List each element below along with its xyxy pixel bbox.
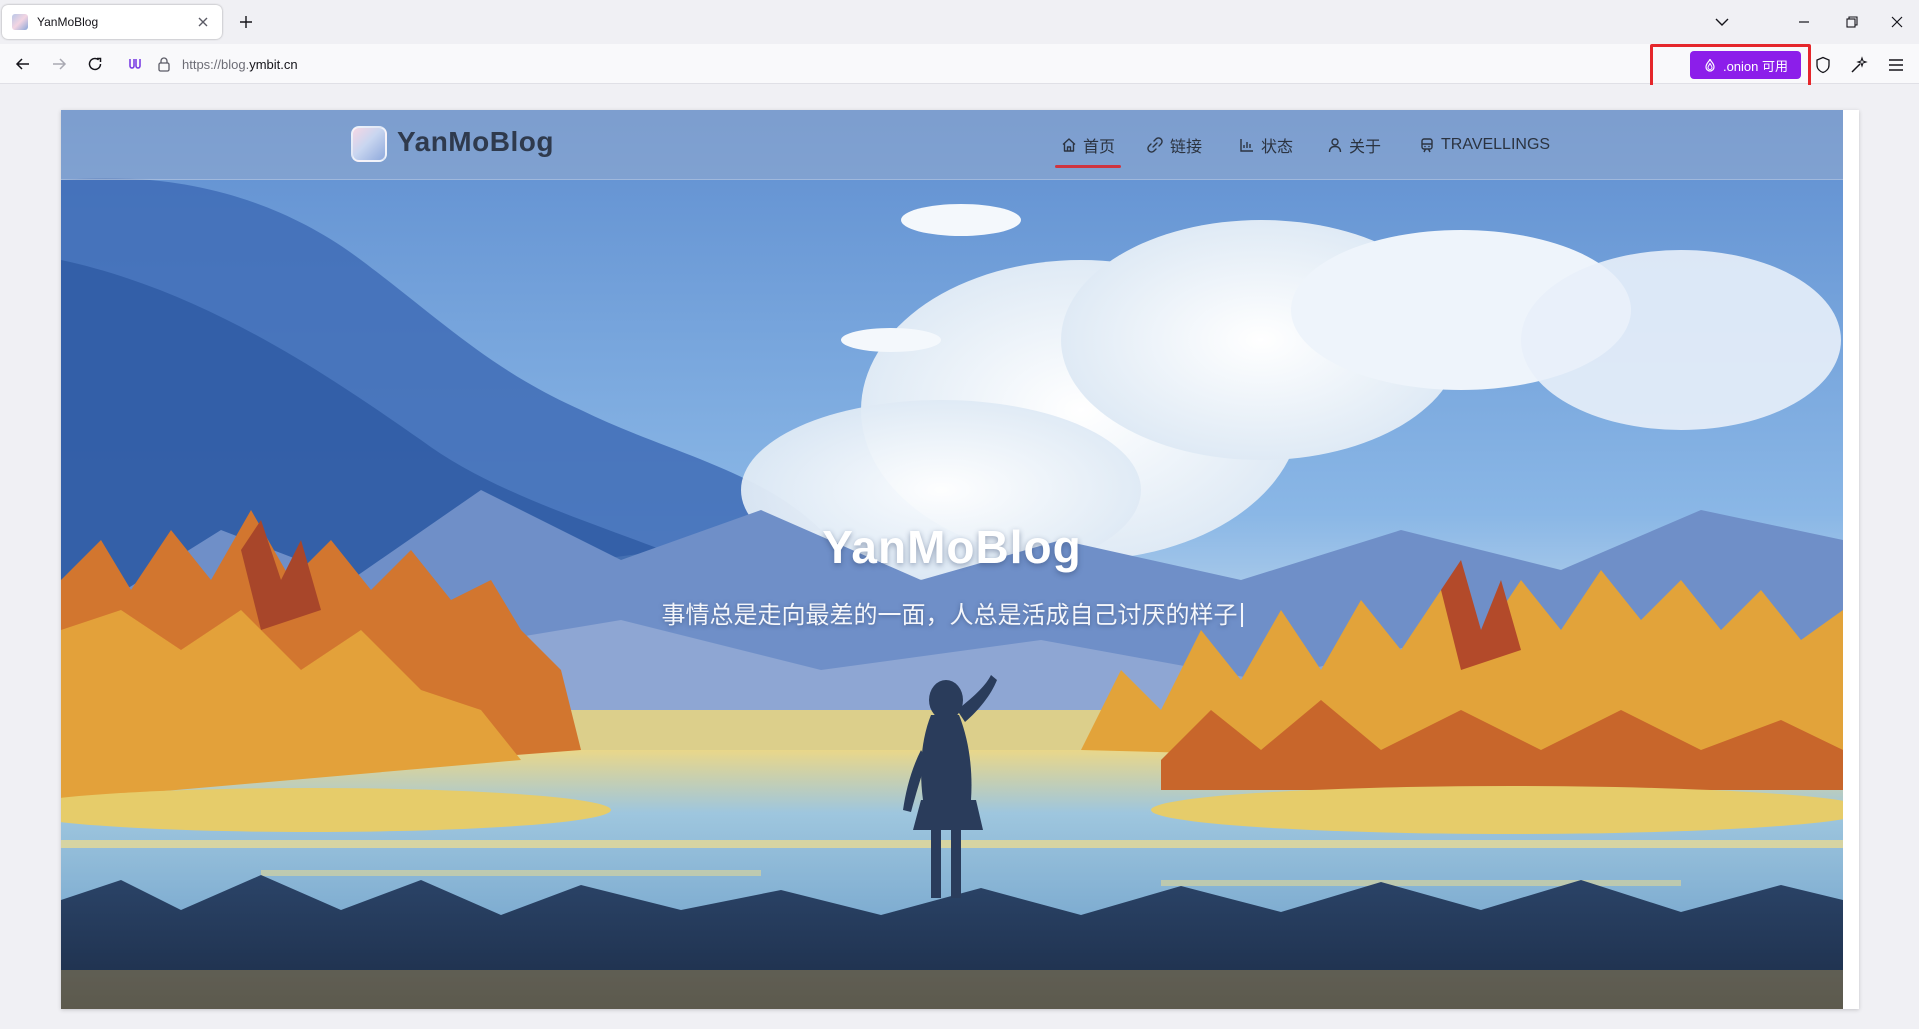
restore-button[interactable] [1838,8,1866,36]
site-header: YanMoBlog 首页 链接 状态 关于 TRAVELLINGS [61,110,1843,180]
typing-cursor [1240,603,1243,627]
home-icon [1062,138,1076,152]
tab-close-icon[interactable] [194,13,212,31]
onion-available-button[interactable]: .onion 可用 [1690,51,1801,79]
onion-button-label: .onion 可用 [1722,58,1789,74]
tab-strip: YanMoBlog [0,0,1919,44]
page-card: YanMoBlog 首页 链接 状态 关于 TRAVELLINGS YanMoB… [61,110,1859,1009]
new-tab-button[interactable] [233,9,259,35]
browser-tab-active[interactable]: YanMoBlog [2,5,222,39]
nav-item-travellings-label: TRAVELLINGS [1441,136,1551,153]
nav-item-about[interactable]: 关于 [1327,132,1381,158]
shield-icon[interactable] [1812,54,1834,76]
site-logo-avatar[interactable] [351,126,387,162]
url-text[interactable]: https://blog.ymbit.cn [182,57,298,72]
onion-icon [1703,57,1717,73]
nav-item-links-label: 链接 [1170,139,1203,156]
tab-title: YanMoBlog [37,15,99,29]
train-icon [1421,138,1433,153]
nav-item-home[interactable]: 首页 [1054,132,1122,168]
hero-subtitle-text: 事情总是走向最差的一面，人总是活成自己讨厌的样子 [661,602,1238,629]
url-host: ymbit.cn [249,56,298,72]
chart-icon [1240,139,1253,152]
nav-item-home-label: 首页 [1083,139,1116,156]
user-icon [1328,138,1342,153]
navigation-toolbar: https://blog.ymbit.cn [0,44,1919,84]
forward-button[interactable] [45,50,73,78]
hero-subtitle: 事情总是走向最差的一面，人总是活成自己讨厌的样子 [61,595,1843,630]
nav-item-status-label: 状态 [1261,139,1294,156]
back-button[interactable] [9,50,37,78]
extensions-sparkle-icon[interactable] [1848,54,1870,76]
page-viewport: YanMoBlog 首页 链接 状态 关于 TRAVELLINGS YanMoB… [0,85,1919,1029]
nav-item-about-label: 关于 [1349,139,1382,156]
reload-button[interactable] [81,50,109,78]
list-all-tabs-button[interactable] [1708,8,1736,36]
nav-item-status[interactable]: 状态 [1239,132,1293,158]
hero-title: YanMoBlog [822,521,1082,573]
close-window-button[interactable] [1883,8,1911,36]
site-name[interactable]: YanMoBlog [397,126,554,158]
lock-icon[interactable] [156,56,172,72]
favicon-icon [12,14,28,30]
nav-item-links[interactable]: 链接 [1146,132,1202,158]
url-prefix: https://blog. [182,56,250,72]
minimize-button[interactable] [1790,8,1818,36]
address-bar[interactable]: https://blog.ymbit.cn [118,49,1801,79]
hamburger-menu-icon[interactable] [1885,54,1907,76]
link-icon [1147,137,1163,153]
nav-item-travellings[interactable]: TRAVELLINGS [1419,132,1550,158]
hero-section: YanMoBlog 首页 链接 状态 关于 TRAVELLINGS YanMoB… [61,110,1843,1009]
site-permissions-icon[interactable] [126,55,144,73]
